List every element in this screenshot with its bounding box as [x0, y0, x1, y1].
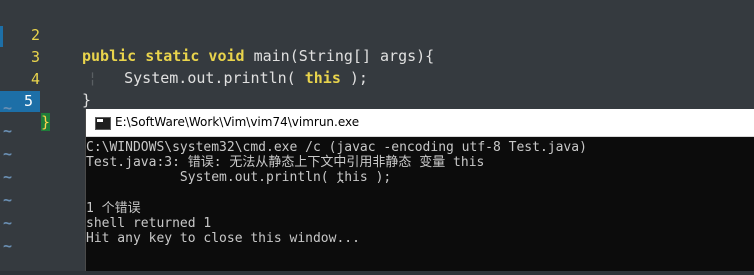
code-line: 2 public static void main(String[] args)…	[0, 4, 754, 65]
console-line: Test.java:3: 错误: 无法从静态上下文中引用非静态 变量 this	[86, 155, 485, 170]
empty-line-tilde: ~	[3, 191, 13, 209]
empty-line-tilde: ~	[3, 168, 13, 186]
matched-brace: }	[41, 113, 51, 131]
console-window[interactable]: E:\SoftWare\Work\Vim\vim74\vimrun.exe C:…	[85, 109, 754, 271]
empty-line-tilde: ~	[3, 122, 13, 140]
console-output[interactable]: C:\WINDOWS\system32\cmd.exe /c (javac -e…	[86, 140, 754, 271]
console-titlebar[interactable]: E:\SoftWare\Work\Vim\vim74\vimrun.exe	[86, 109, 754, 137]
empty-line-tilde: ~	[3, 214, 13, 232]
code-line-active: 5 }	[0, 70, 754, 131]
empty-line-tilde: ~	[3, 145, 13, 163]
code-text: }	[82, 90, 91, 111]
code-line: 4 }	[0, 48, 754, 109]
empty-line-tilde: ~	[3, 237, 13, 255]
empty-line-tilde: ~	[3, 99, 13, 117]
console-line: Hit any key to close this window...	[86, 231, 360, 246]
console-line: ^	[86, 178, 345, 193]
console-line: shell returned 1	[86, 216, 212, 231]
code-token: }	[82, 91, 92, 109]
console-title: E:\SoftWare\Work\Vim\vim74\vimrun.exe	[115, 115, 360, 129]
console-line: 1 个错误	[86, 201, 141, 216]
code-line: 3 ¦ System.out.println( this );	[0, 26, 754, 87]
code-text: }	[41, 112, 51, 133]
console-app-icon	[95, 117, 111, 130]
console-line: C:\WINDOWS\system32\cmd.exe /c (javac -e…	[86, 140, 587, 155]
